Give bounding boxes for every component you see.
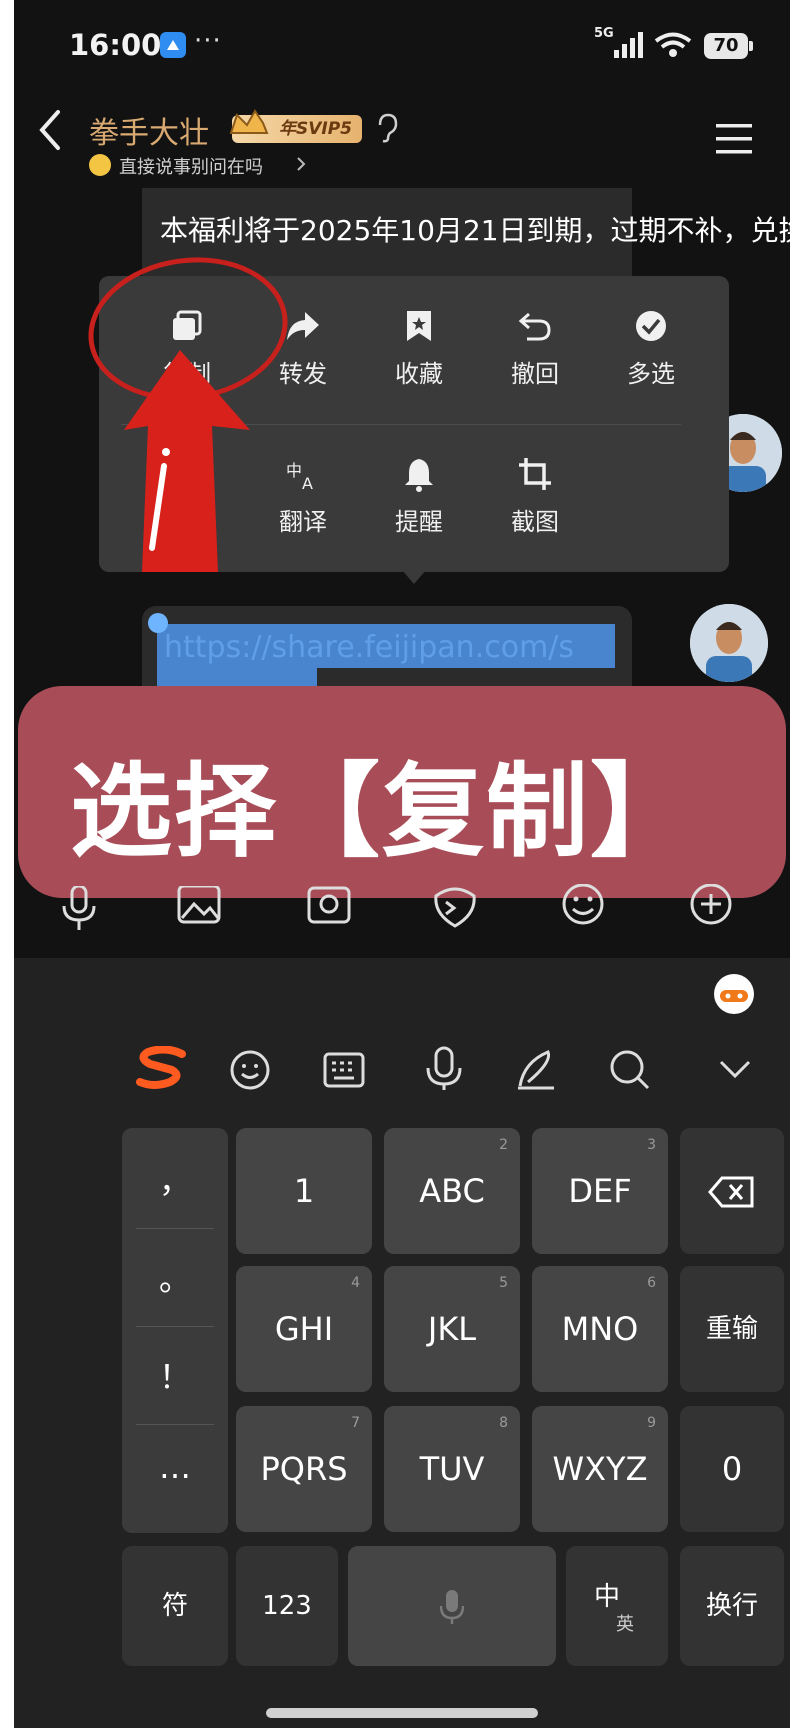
- space-key[interactable]: [348, 1546, 556, 1666]
- key-1[interactable]: 1: [236, 1128, 372, 1254]
- menu-item-label: 提醒: [395, 508, 443, 536]
- emoji-icon[interactable]: [560, 884, 606, 930]
- menu-item-remind[interactable]: 提醒: [369, 456, 469, 537]
- collapse-keyboard-icon[interactable]: [718, 1058, 752, 1080]
- punct-key[interactable]: …: [122, 1448, 228, 1486]
- punct-divider: [136, 1424, 214, 1425]
- phone-screen: 16:00 ··· 5G 70 拳手大壮 年SVIP5 直接说事别问在吗 本福利…: [14, 0, 790, 1728]
- network-type: 5G: [594, 26, 614, 41]
- key-pqrs[interactable]: PQRS 7: [236, 1406, 372, 1532]
- link-text[interactable]: https://share.feijipan.com/s: [164, 630, 574, 665]
- signal-icon: [614, 32, 644, 58]
- menu-item-translate[interactable]: 中A 翻译: [253, 456, 353, 537]
- key-def[interactable]: DEF 3: [532, 1128, 668, 1254]
- symbols-key[interactable]: 符: [122, 1546, 228, 1666]
- key-mno[interactable]: MNO 6: [532, 1266, 668, 1392]
- key-wxyz[interactable]: WXYZ 9: [532, 1406, 668, 1532]
- bookmark-icon: [407, 311, 431, 341]
- status-chevron-icon[interactable]: [296, 156, 306, 172]
- backspace-key[interactable]: [680, 1128, 784, 1254]
- numbers-key[interactable]: 123: [236, 1546, 338, 1666]
- image-icon[interactable]: [176, 886, 222, 932]
- menu-item-screenshot[interactable]: 截图: [485, 456, 585, 537]
- battery-level: 70: [704, 33, 748, 59]
- microphone-icon[interactable]: [56, 886, 102, 932]
- key-tuv[interactable]: TUV 8: [384, 1406, 520, 1532]
- key-0[interactable]: 0: [680, 1406, 784, 1532]
- sticker-icon[interactable]: [432, 886, 478, 932]
- menu-item-label: 截图: [511, 508, 559, 536]
- menu-item-label: 翻译: [279, 508, 327, 536]
- svg-text:A: A: [302, 474, 313, 492]
- ear-icon[interactable]: [376, 113, 398, 143]
- enter-key[interactable]: 换行: [680, 1546, 784, 1666]
- message-text: 本福利将于2025年10月21日到期，过期不补，兑换码作废: [160, 214, 790, 247]
- key-ghi[interactable]: GHI 4: [236, 1266, 372, 1392]
- emoji-icon[interactable]: [230, 1048, 274, 1092]
- undo-icon: [518, 312, 551, 341]
- crop-icon: [519, 458, 551, 490]
- punct-divider: [136, 1228, 214, 1229]
- punct-key[interactable]: ，: [122, 1156, 228, 1202]
- home-indicator[interactable]: [266, 1708, 538, 1718]
- plus-icon[interactable]: [688, 884, 734, 930]
- camera-icon[interactable]: [306, 886, 352, 932]
- red-arrow-icon: [122, 348, 252, 574]
- menu-icon[interactable]: [716, 124, 752, 154]
- voice-input-icon[interactable]: [422, 1046, 466, 1092]
- selection-handle[interactable]: [148, 613, 168, 633]
- handwriting-icon[interactable]: [514, 1048, 558, 1092]
- instruction-text: 选择【复制】: [70, 753, 694, 872]
- status-more-icon: ···: [194, 26, 222, 56]
- contact-name[interactable]: 拳手大壮: [89, 108, 209, 152]
- punct-key[interactable]: 。: [122, 1254, 228, 1300]
- language-switch-key[interactable]: 中 英: [566, 1546, 668, 1666]
- status-emoji-icon: [89, 154, 111, 176]
- svg-text:中: 中: [286, 461, 302, 480]
- sogou-logo-icon[interactable]: [136, 1046, 188, 1090]
- bell-icon: [405, 459, 433, 492]
- key-jkl[interactable]: JKL 5: [384, 1266, 520, 1392]
- vip-crown-icon: [227, 107, 271, 141]
- punctuation-column: ， 。 ！ …: [122, 1128, 228, 1533]
- menu-item-label: 收藏: [395, 360, 443, 388]
- punct-key[interactable]: ！: [122, 1352, 228, 1398]
- menu-item-multiselect[interactable]: 多选: [601, 308, 701, 389]
- check-circle-icon: [636, 311, 666, 341]
- wifi-icon: [654, 32, 692, 58]
- key-abc[interactable]: ABC 2: [384, 1128, 520, 1254]
- menu-item-favorite[interactable]: 收藏: [369, 308, 469, 389]
- status-time: 16:00: [69, 28, 162, 62]
- search-icon[interactable]: [608, 1048, 652, 1092]
- status-text[interactable]: 直接说事别问在吗: [119, 153, 263, 179]
- menu-item-label: 撤回: [511, 360, 559, 388]
- context-menu-pointer: [402, 570, 426, 584]
- forward-icon: [287, 312, 319, 340]
- menu-item-label: 多选: [627, 360, 675, 388]
- assistant-mascot-icon[interactable]: [712, 972, 756, 1016]
- avatar[interactable]: [690, 604, 768, 682]
- keyboard-layout-icon[interactable]: [322, 1048, 366, 1092]
- backspace-icon: [708, 1176, 754, 1208]
- app-notification-icon: [160, 32, 186, 58]
- battery-tip: [749, 41, 753, 51]
- translate-icon: 中A: [286, 461, 313, 492]
- menu-item-recall[interactable]: 撤回: [485, 308, 585, 389]
- reinput-key[interactable]: 重输: [680, 1266, 784, 1392]
- punct-divider: [136, 1326, 214, 1327]
- microphone-icon: [440, 1590, 464, 1624]
- back-icon[interactable]: [36, 108, 64, 152]
